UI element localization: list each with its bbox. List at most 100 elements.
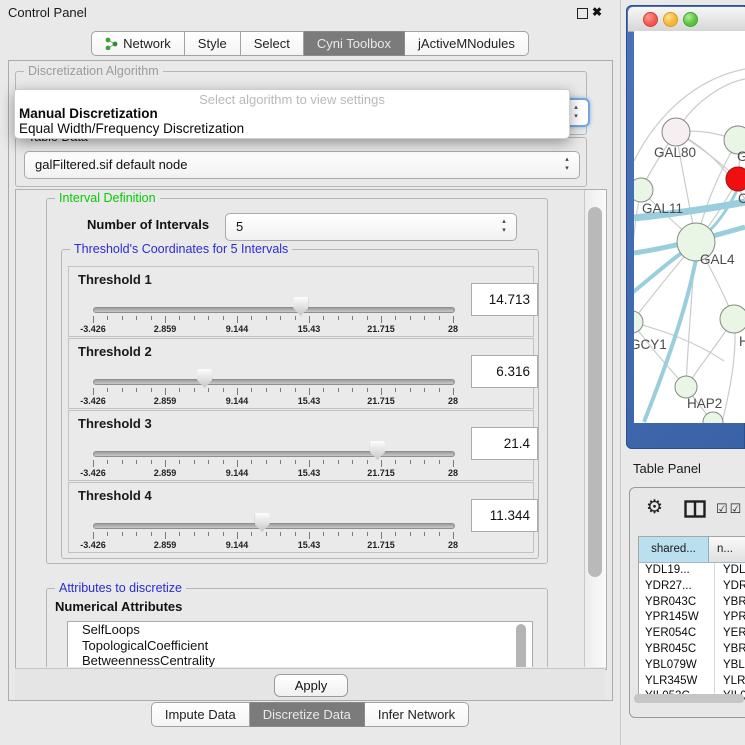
- slider-tick-label: 9.144: [226, 468, 249, 478]
- cell-name[interactable]: YER0: [715, 626, 745, 642]
- network-node[interactable]: [726, 167, 745, 191]
- tab-select[interactable]: Select: [241, 31, 304, 56]
- slider-thumb[interactable]: [255, 513, 270, 532]
- network-canvas[interactable]: GAL80GAL11GAL4GCY1HAP2GCH: [634, 31, 745, 423]
- table-panel-window: ⚙ ☑☑ shared... n... YDL19...YDL1YDR27...…: [629, 487, 745, 718]
- vertical-scrollbar-track[interactable]: [584, 190, 606, 667]
- thresholds-groupbox: Threshold's Coordinates for 5 Intervals …: [61, 249, 539, 559]
- attribute-list-item[interactable]: TopologicalCoefficient: [68, 638, 532, 654]
- traffic-light-close-icon[interactable]: [643, 12, 658, 27]
- bottom-tab-discretize-data[interactable]: Discretize Data: [250, 702, 365, 727]
- slider-track[interactable]: [93, 523, 455, 529]
- network-node[interactable]: [634, 178, 653, 202]
- table-row[interactable]: YDR27...YDR2: [639, 579, 745, 595]
- network-node[interactable]: [662, 118, 690, 146]
- threshold-label: Threshold 3: [78, 416, 152, 431]
- screen: Control Panel ✖ NetworkStyleSelectCyni T…: [0, 0, 745, 745]
- cell-name[interactable]: YDL1: [715, 563, 745, 579]
- attribute-list-item[interactable]: BetweennessCentrality: [68, 653, 532, 667]
- bottom-tab-infer-network[interactable]: Infer Network: [365, 702, 469, 727]
- horizontal-scrollbar-thumb[interactable]: [634, 694, 744, 703]
- threshold-value-field[interactable]: 6.316: [471, 355, 538, 388]
- slider-tick-label: 28: [448, 324, 458, 334]
- attributes-items: SelfLoopsTopologicalCoefficientBetweenne…: [68, 622, 532, 667]
- table-row[interactable]: YBR043CYBR0: [639, 595, 745, 611]
- threshold-value-field[interactable]: 21.4: [471, 427, 538, 460]
- cell-name[interactable]: YPR1: [715, 610, 745, 626]
- cell-shared-name[interactable]: YBR043C: [639, 595, 715, 611]
- cell-shared-name[interactable]: YER054C: [639, 626, 715, 642]
- table-row[interactable]: YBL079WYBL0: [639, 658, 745, 674]
- traffic-light-zoom-icon[interactable]: [683, 12, 698, 27]
- split-columns-icon[interactable]: [684, 500, 706, 518]
- table-row[interactable]: YBR045CYBR0: [639, 642, 745, 658]
- cell-shared-name[interactable]: YDR27...: [639, 579, 715, 595]
- slider-thumb[interactable]: [197, 369, 212, 388]
- threshold-label: Threshold 4: [78, 488, 152, 503]
- tab-network[interactable]: Network: [91, 31, 185, 56]
- bottom-tab-impute-data[interactable]: Impute Data: [151, 702, 250, 727]
- cell-shared-name[interactable]: YBL079W: [639, 658, 715, 674]
- cell-name[interactable]: YBR0: [715, 595, 745, 611]
- slider-tick-label: 15.43: [298, 396, 321, 406]
- checkbox-icons[interactable]: ☑☑: [716, 501, 743, 517]
- slider-track[interactable]: [93, 379, 455, 385]
- cell-name[interactable]: YDR2: [715, 579, 745, 595]
- slider-tick: [179, 388, 180, 392]
- network-view-window[interactable]: GAL80GAL11GAL4GCY1HAP2GCH: [626, 5, 745, 449]
- menu-item-equal-width-frequency[interactable]: Equal Width/Frequency Discretization: [19, 121, 244, 136]
- table-row[interactable]: YDL19...YDL1: [639, 563, 745, 579]
- table-row[interactable]: YLR345WYLR3: [639, 674, 745, 690]
- threshold-value-field[interactable]: 14.713: [471, 283, 538, 316]
- slider-track[interactable]: [93, 307, 455, 313]
- slider-tick: [93, 460, 94, 467]
- interval-definition-groupbox: Interval Definition Number of Intervals …: [46, 198, 548, 564]
- table-row[interactable]: YPR145WYPR1: [639, 610, 745, 626]
- cell-shared-name[interactable]: YDL19...: [639, 563, 715, 579]
- gear-icon[interactable]: ⚙: [646, 496, 663, 519]
- slider-tick: [295, 388, 296, 392]
- table-row[interactable]: YER054CYER0: [639, 626, 745, 642]
- network-node[interactable]: [720, 305, 745, 333]
- network-window-titlebar[interactable]: [628, 7, 745, 32]
- network-node[interactable]: [675, 376, 697, 398]
- slider-thumb[interactable]: [370, 441, 385, 460]
- slider-tick-label: 21.715: [367, 540, 395, 550]
- cell-shared-name[interactable]: YBR045C: [639, 642, 715, 658]
- cell-name[interactable]: YBR0: [715, 642, 745, 658]
- tab-style[interactable]: Style: [185, 31, 241, 56]
- cell-name[interactable]: YLR3: [715, 674, 745, 690]
- column-header-name[interactable]: n...: [709, 537, 745, 562]
- table-data-combobox[interactable]: galFiltered.sif default node: [24, 151, 580, 179]
- cell-shared-name[interactable]: YPR145W: [639, 610, 715, 626]
- slider-tick-label: 28: [448, 468, 458, 478]
- float-panel-icon[interactable]: [577, 8, 588, 19]
- slider-tick: [208, 316, 209, 320]
- traffic-light-minimize-icon[interactable]: [663, 12, 678, 27]
- slider-thumb[interactable]: [293, 297, 308, 316]
- list-scrollbar-thumb[interactable]: [516, 624, 526, 667]
- apply-row: Apply: [15, 668, 605, 700]
- slider-tick: [251, 460, 252, 464]
- number-of-intervals-combobox[interactable]: 5: [225, 213, 517, 241]
- menu-item-manual-discretization[interactable]: Manual Discretization: [19, 106, 158, 121]
- cell-name[interactable]: YBL0: [715, 658, 745, 674]
- slider-tick: [309, 388, 310, 395]
- close-icon[interactable]: ✖: [592, 5, 602, 19]
- slider-tick: [179, 460, 180, 464]
- cell-shared-name[interactable]: YLR345W: [639, 674, 715, 690]
- vertical-scrollbar-thumb[interactable]: [588, 207, 602, 577]
- slider-tick-label: 2.859: [154, 468, 177, 478]
- tab-cyni-toolbox[interactable]: Cyni Toolbox: [304, 31, 405, 56]
- network-node[interactable]: [634, 311, 643, 333]
- column-header-shared-name[interactable]: shared...: [639, 537, 709, 562]
- attribute-list-item[interactable]: SelfLoops: [68, 622, 532, 638]
- threshold-box: Threshold 4-3.4262.8599.14415.4321.71528…: [68, 482, 534, 553]
- tab-jactivemnodules[interactable]: jActiveMNodules: [405, 31, 529, 56]
- threshold-value-field[interactable]: 11.344: [471, 499, 538, 532]
- slider-tick: [280, 460, 281, 464]
- slider-track[interactable]: [93, 451, 455, 457]
- slider-tick: [194, 388, 195, 392]
- slider-tick: [223, 388, 224, 392]
- apply-button[interactable]: Apply: [274, 674, 348, 697]
